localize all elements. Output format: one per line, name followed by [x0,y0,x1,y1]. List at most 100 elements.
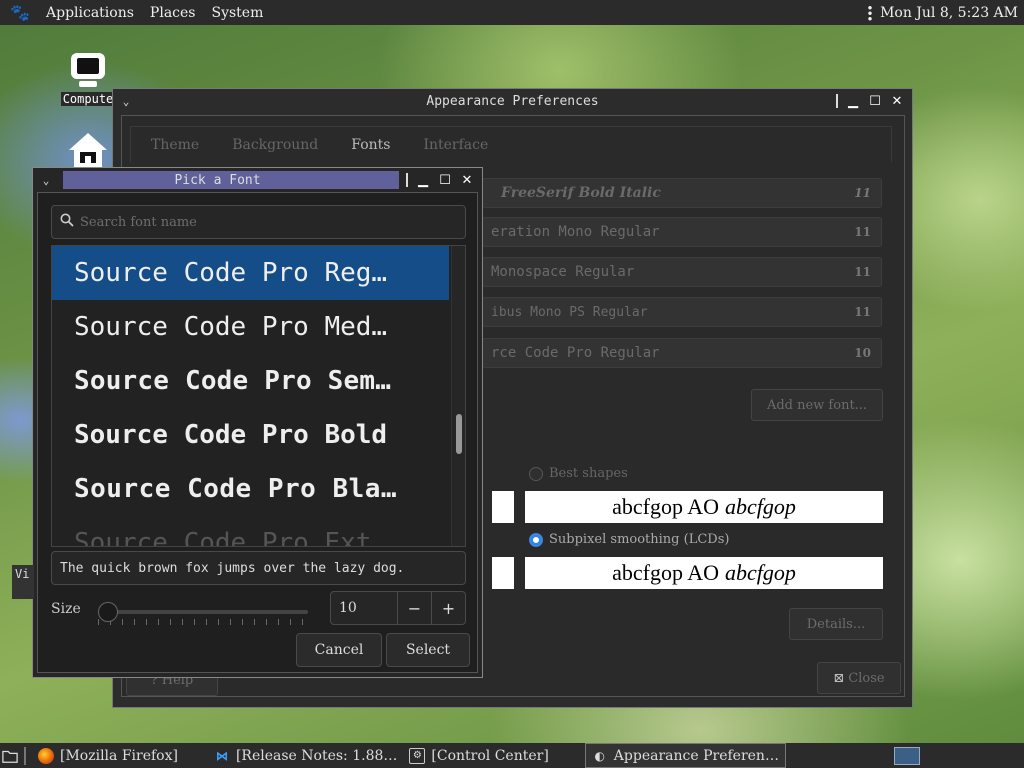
details-button[interactable]: Details... [789,608,883,640]
vscode-icon: ⋈ [215,748,228,763]
taskbar-label: Appearance Preferen… [613,747,779,764]
cancel-button[interactable]: Cancel [296,633,382,667]
maximize-icon[interactable]: ☐ [868,94,882,109]
add-new-font-button[interactable]: Add new font... [751,389,883,421]
preview-text: abcfgop AO [612,494,720,519]
preview-partial-left-2 [492,557,514,589]
taskbar-label: [Mozilla Firefox] [60,747,178,764]
background-window-fragment[interactable]: Vi [12,565,34,599]
control-center-icon: ⚙ [409,747,426,764]
taskbar-label: [Release Notes: 1.88… [235,747,398,764]
font-name: rce Code Pro Regular [491,345,660,361]
preview-text: abcfgop AO [612,560,720,585]
taskbar-item-release-notes[interactable]: ⋈ [Release Notes: 1.88… [208,743,403,768]
radio-dot [529,466,543,481]
taskbar-label: [Control Center] [431,747,549,764]
tab-interface[interactable]: Interface [423,137,488,153]
menu-applications[interactable]: Applications [46,5,134,21]
close-button[interactable]: ⊠ Close [817,662,901,694]
slider-track [98,610,308,614]
select-button[interactable]: Select [386,633,470,667]
slider-ticks [98,619,308,625]
desktop-icon-label: Compute [60,92,116,106]
title-highlight [63,171,399,189]
list-item[interactable]: Source Code Pro Bla… [52,462,449,516]
preview-subpixel: abcfgop AO abcfgop [525,557,883,589]
close-icon[interactable]: ✕ [890,94,904,109]
menu-places[interactable]: Places [150,5,196,21]
preview-italic: abcfgop [725,494,796,519]
radio-dot-selected [529,532,543,547]
panel-handle-icon[interactable] [868,4,873,21]
search-icon [60,213,74,231]
font-size: 11 [854,265,871,279]
titlebar-separator [406,173,408,187]
size-slider[interactable] [94,597,312,627]
font-button-window-title[interactable]: ibus Mono PS Regular 11 [482,297,882,327]
taskbar-item-firefox[interactable]: [Mozilla Firefox] [32,743,184,768]
taskbar-item-appearance[interactable]: ◐ Appearance Preferen… [584,743,786,768]
window-menu-icon[interactable]: ⌄ [33,174,59,187]
sample-text-field[interactable]: The quick brown fox jumps over the lazy … [51,551,466,585]
font-name: ibus Mono PS Regular [491,304,648,320]
search-box [51,205,466,239]
radio-best-shapes[interactable]: Best shapes [529,466,628,481]
slider-knob[interactable] [98,602,118,622]
minimize-icon[interactable]: ▁ [416,173,430,188]
picker-content: Source Code Pro Reg… Source Code Pro Med… [37,192,478,673]
bottom-panel: [Mozilla Firefox] ⋈ [Release Notes: 1.88… [0,743,1024,768]
scrollbar-thumb[interactable] [456,414,462,454]
menu-system[interactable]: System [211,5,263,21]
list-item[interactable]: Source Code Pro Med… [52,300,449,354]
preview-partial-left-1 [492,491,514,523]
font-name: FreeSerif Bold Italic [501,185,661,201]
tab-theme[interactable]: Theme [151,137,199,153]
size-value[interactable]: 10 [331,600,397,616]
maximize-icon[interactable]: ☐ [438,173,452,188]
appearance-icon: ◐ [594,748,606,763]
font-button-application[interactable]: FreeSerif Bold Italic 11 [482,178,882,208]
minimize-icon[interactable]: ▁ [846,94,860,109]
list-item[interactable]: Source Code Pro Ext… [52,516,449,546]
tab-fonts[interactable]: Fonts [351,137,390,153]
search-input[interactable] [80,214,440,230]
font-button-fixed-width[interactable]: rce Code Pro Regular 10 [482,338,882,368]
gnome-foot-icon[interactable]: 🐾 [10,3,30,23]
font-size: 11 [854,186,871,200]
list-scrollbar[interactable] [451,246,465,546]
tab-background[interactable]: Background [232,137,318,153]
font-size: 11 [854,225,871,239]
radio-label: Best shapes [549,466,628,481]
increment-button[interactable]: + [431,592,465,624]
decrement-button[interactable]: − [397,592,431,624]
font-picker-dialog: ⌄ Pick a Font ▁ ☐ ✕ Source Code Pro Reg…… [32,167,483,678]
taskbar-item-control-center[interactable]: ⚙ [Control Center] [403,743,554,768]
appearance-titlebar[interactable]: ⌄ Appearance Preferences ▁ ☐ ✕ [113,89,912,113]
appearance-tabs: Theme Background Fonts Interface [130,126,892,162]
clock[interactable]: Mon Jul 8, 5:23 AM [880,5,1018,21]
list-item[interactable]: Source Code Pro Reg… [52,246,449,300]
size-label: Size [51,601,81,617]
close-icon[interactable]: ✕ [460,173,474,188]
font-button-desktop[interactable]: Monospace Regular 11 [482,257,882,287]
list-item[interactable]: Source Code Pro Sem… [52,354,449,408]
size-spinbutton: 10 − + [330,591,466,625]
font-size: 11 [854,305,871,319]
window-menu-icon[interactable]: ⌄ [113,95,139,108]
close-label: Close [848,670,885,686]
top-panel: 🐾 Applications Places System Mon Jul 8, … [0,0,1024,25]
list-item[interactable]: Source Code Pro Bold [52,408,449,462]
font-name: eration Mono Regular [491,224,660,240]
titlebar-separator [836,94,838,108]
show-desktop-icon[interactable] [2,748,18,764]
appearance-title: Appearance Preferences [426,93,599,109]
font-button-document[interactable]: eration Mono Regular 11 [482,217,882,247]
font-list: Source Code Pro Reg… Source Code Pro Med… [51,245,466,547]
radio-subpixel[interactable]: Subpixel smoothing (LCDs) [529,532,729,547]
picker-titlebar[interactable]: ⌄ Pick a Font ▁ ☐ ✕ [33,168,482,192]
monitor-icon [66,48,110,92]
font-name: Monospace Regular [491,264,635,280]
workspace-switcher-icon[interactable] [894,746,920,765]
font-size: 10 [854,346,871,360]
preview-italic: abcfgop [725,560,796,585]
